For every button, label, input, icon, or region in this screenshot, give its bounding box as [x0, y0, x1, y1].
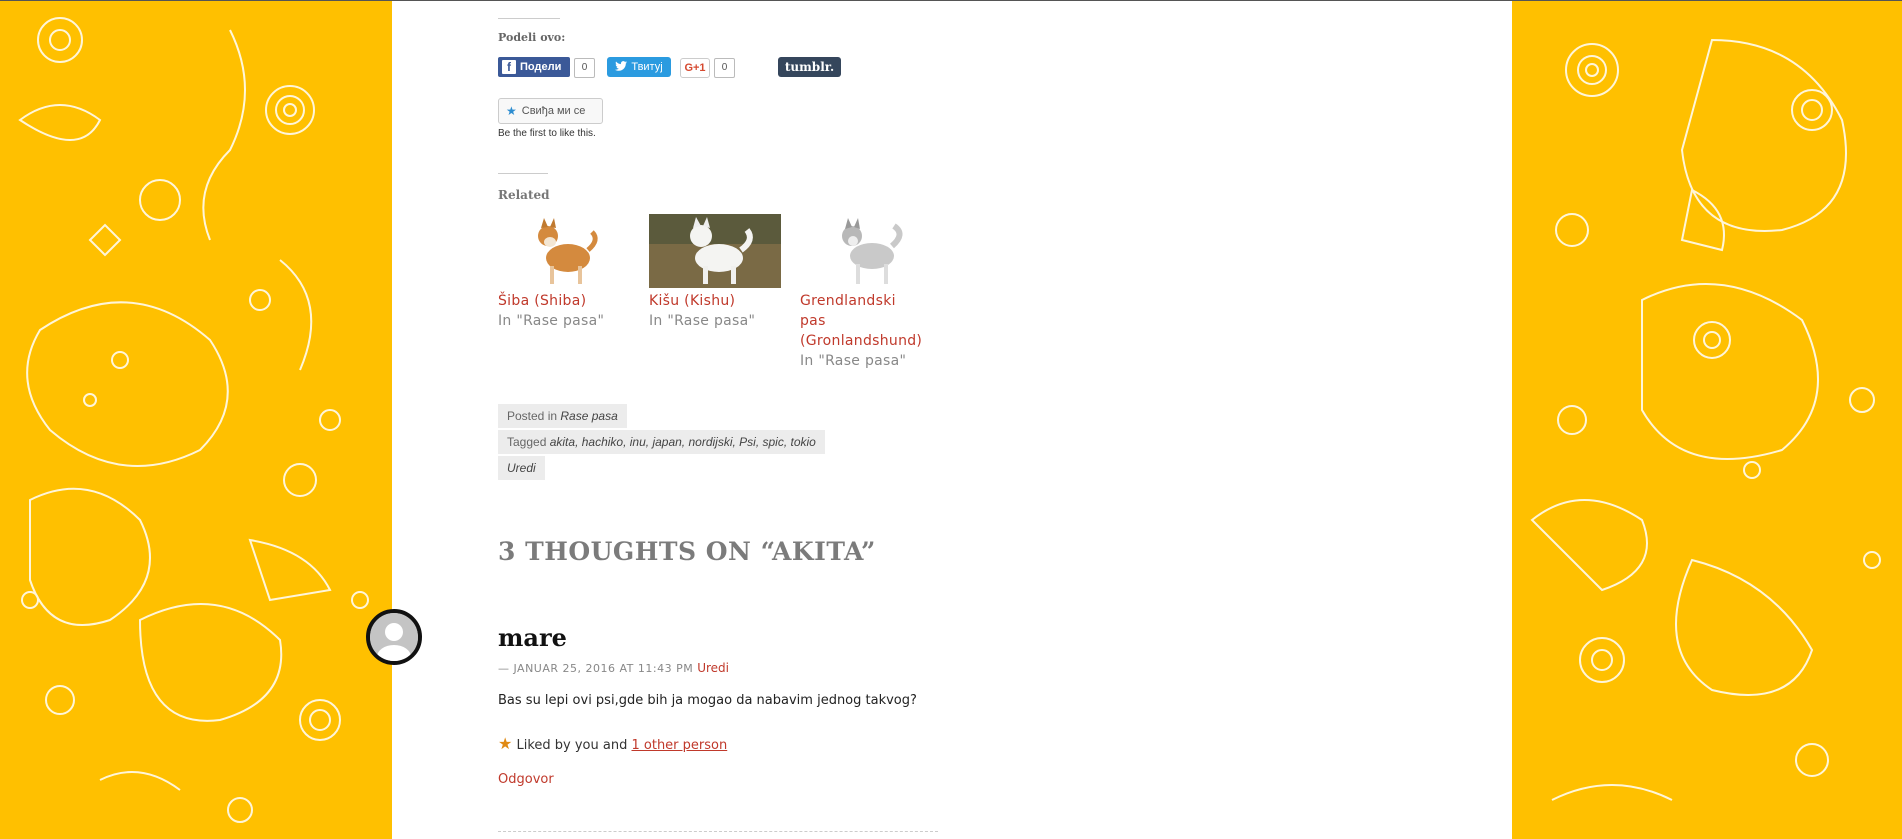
- background-pattern-left: [0, 0, 392, 839]
- related-thumbnail-kishu[interactable]: [649, 214, 781, 288]
- star-icon[interactable]: ★: [498, 734, 512, 753]
- related-post-greenland-dog[interactable]: Grendlandski pas (Gronlandshund) In "Ras…: [800, 214, 935, 371]
- like-button-label: Свиђа ми се: [521, 105, 586, 117]
- twitter-share-label: Твитуј: [631, 61, 663, 73]
- avatar: [366, 609, 422, 665]
- google-plus-button[interactable]: G+1: [680, 58, 710, 78]
- tagged-line: Tagged akita, hachiko, inu, japan, nordi…: [498, 430, 825, 454]
- comment-date[interactable]: — JANUAR 25, 2016 AT 11:43 PM: [498, 662, 693, 675]
- related-thumbnail-greenland-dog[interactable]: [800, 214, 932, 288]
- comment-meta: — JANUAR 25, 2016 AT 11:43 PM Uredi: [498, 661, 729, 675]
- google-plus-count: 0: [714, 58, 735, 78]
- related-title-line: pas: [800, 313, 826, 329]
- reply-link[interactable]: Odgovor: [498, 772, 554, 787]
- tagged-label: Tagged: [507, 435, 547, 449]
- comments-heading: 3 THOUGHTS ON “AKITA”: [498, 537, 876, 566]
- posted-in-line: Posted in Rase pasa: [498, 404, 627, 428]
- liked-by-others-link[interactable]: 1 other person: [631, 738, 727, 753]
- related-title-line: Grendlandski: [800, 293, 896, 309]
- facebook-share-label: Подели: [520, 61, 562, 73]
- related-category-greenland-dog: In "Rase pasa": [800, 353, 907, 369]
- related-post-shiba[interactable]: Šiba (Shiba) In "Rase pasa": [498, 214, 633, 331]
- facebook-icon: f: [502, 60, 516, 74]
- like-first-text: Be the first to like this.: [498, 128, 596, 139]
- star-icon: ★: [506, 104, 517, 118]
- main-content: Podeli ovo: f Подели 0 Твитуј G+1 0 tumb…: [366, 1, 1512, 839]
- liked-by-text: Liked by you and: [516, 738, 628, 753]
- category-link[interactable]: Rase pasa: [560, 409, 617, 423]
- comment-author: mare: [498, 623, 567, 652]
- tumblr-share-button[interactable]: tumblr.: [778, 57, 841, 77]
- comment-edit-link[interactable]: Uredi: [697, 661, 729, 675]
- related-divider: [498, 173, 548, 174]
- related-category-shiba: In "Rase pasa": [498, 313, 605, 329]
- twitter-share-button[interactable]: Твитуј: [607, 57, 671, 77]
- comment-text: Bas su lepi ovi psi,gde bih ja mogao da …: [498, 693, 917, 708]
- related-title-line: (Gronlandshund): [800, 333, 923, 349]
- related-category-kishu: In "Rase pasa": [649, 313, 756, 329]
- related-heading: Related: [498, 188, 550, 202]
- like-button[interactable]: ★ Свиђа ми се: [498, 98, 603, 124]
- facebook-share-count: 0: [574, 58, 595, 78]
- share-heading: Podeli ovo:: [498, 31, 566, 44]
- share-divider: [498, 18, 560, 19]
- posted-in-label: Posted in: [507, 409, 558, 423]
- comment-separator: [498, 831, 938, 832]
- edit-post-line: Uredi: [498, 456, 545, 480]
- tag-links[interactable]: akita, hachiko, inu, japan, nordijski, P…: [550, 435, 816, 449]
- avatar-placeholder-icon: [370, 613, 418, 661]
- related-title-kishu[interactable]: Kišu (Kishu): [649, 291, 784, 311]
- related-title-shiba[interactable]: Šiba (Shiba): [498, 291, 633, 311]
- background-pattern-right: [1512, 0, 1902, 839]
- related-post-kishu[interactable]: Kišu (Kishu) In "Rase pasa": [649, 214, 784, 331]
- twitter-icon: [615, 60, 628, 74]
- related-thumbnail-shiba[interactable]: [498, 214, 630, 288]
- edit-post-link[interactable]: Uredi: [507, 461, 536, 475]
- related-title-greenland-dog[interactable]: Grendlandski pas (Gronlandshund): [800, 291, 935, 351]
- facebook-share-button[interactable]: f Подели: [498, 57, 570, 77]
- comment-likes: ★ Liked by you and 1 other person: [498, 734, 727, 753]
